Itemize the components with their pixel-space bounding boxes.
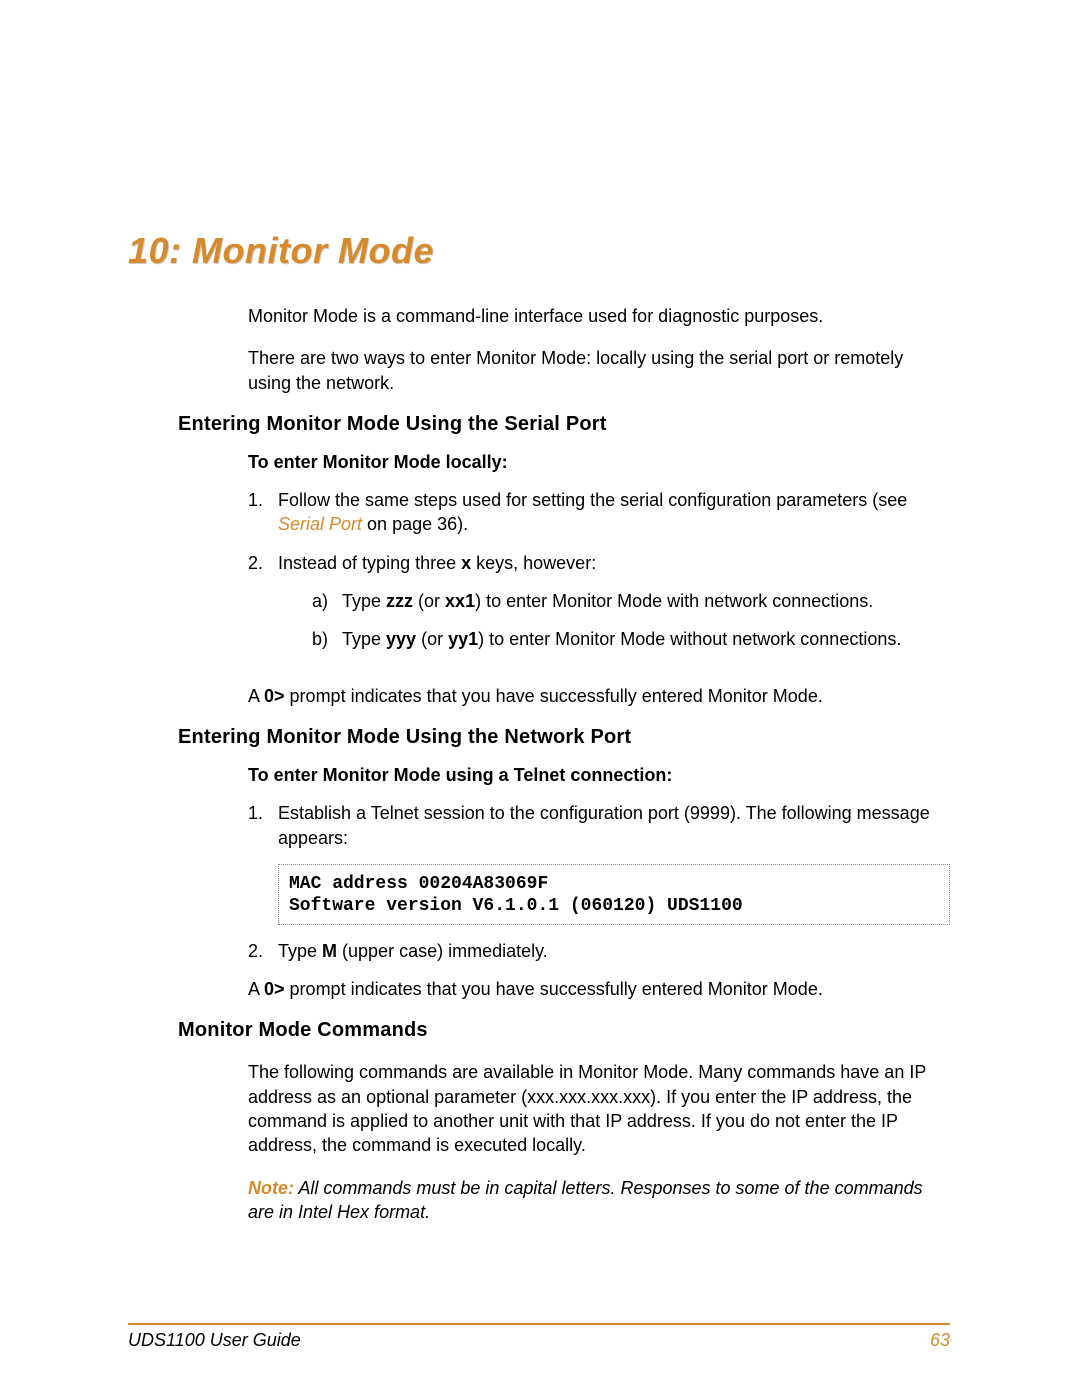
step-number: 2.: [248, 939, 278, 963]
step-number: 1.: [248, 801, 278, 850]
commands-paragraph: The following commands are available in …: [248, 1060, 950, 1157]
alpha-text: Type yyy (or yy1) to enter Monitor Mode …: [342, 627, 950, 651]
prompt-pre: A: [248, 686, 264, 706]
telnet-output-box: MAC address 00204A83069F Software versio…: [278, 864, 950, 925]
intro-paragraph-1: Monitor Mode is a command-line interface…: [248, 304, 950, 328]
note-text: All commands must be in capital letters.…: [248, 1178, 923, 1222]
footer-rule: [128, 1323, 950, 1325]
step2-pre: Instead of typing three: [278, 553, 461, 573]
a-post: ) to enter Monitor Mode with network con…: [475, 591, 873, 611]
page-content: 10: Monitor Mode Monitor Mode is a comma…: [0, 0, 1080, 1224]
intro-paragraph-2: There are two ways to enter Monitor Mode…: [248, 346, 950, 395]
step-text: Follow the same steps used for setting t…: [278, 488, 950, 537]
section-heading-network: Entering Monitor Mode Using the Network …: [178, 726, 950, 749]
footer-page-number: 63: [930, 1330, 950, 1351]
alpha-list: a) Type zzz (or xx1) to enter Monitor Mo…: [312, 589, 950, 652]
step-number: 2.: [248, 551, 278, 666]
serial-subheading: To enter Monitor Mode locally:: [248, 450, 950, 474]
step-text: Type M (upper case) immediately.: [278, 939, 950, 963]
prompt-zero: 0>: [264, 686, 285, 706]
step1-post: on page 36).: [362, 514, 468, 534]
serial-port-link[interactable]: Serial Port: [278, 514, 362, 534]
note-label: Note:: [248, 1178, 294, 1198]
b-pre: Type: [342, 629, 386, 649]
nprompt-zero: 0>: [264, 979, 285, 999]
step2-post: keys, however:: [471, 553, 596, 573]
n2-pre: Type: [278, 941, 322, 961]
commands-note: Note: All commands must be in capital le…: [248, 1176, 950, 1225]
b-post: ) to enter Monitor Mode without network …: [478, 629, 901, 649]
n2-post: (upper case) immediately.: [337, 941, 548, 961]
serial-body: To enter Monitor Mode locally: 1. Follow…: [248, 450, 950, 708]
network-step-2: 2. Type M (upper case) immediately.: [248, 939, 950, 963]
intro-block: Monitor Mode is a command-line interface…: [248, 304, 950, 395]
nprompt-pre: A: [248, 979, 264, 999]
step-number: 1.: [248, 488, 278, 537]
commands-body: The following commands are available in …: [248, 1060, 950, 1224]
alpha-marker: a): [312, 589, 342, 613]
b-yyy: yyy: [386, 629, 416, 649]
step-text: Establish a Telnet session to the config…: [278, 801, 950, 850]
serial-step-1: 1. Follow the same steps used for settin…: [248, 488, 950, 537]
page-footer: UDS1100 User Guide 63: [128, 1330, 950, 1351]
alpha-item-a: a) Type zzz (or xx1) to enter Monitor Mo…: [312, 589, 950, 613]
network-body: To enter Monitor Mode using a Telnet con…: [248, 763, 950, 1001]
network-step-1: 1. Establish a Telnet session to the con…: [248, 801, 950, 850]
a-zzz: zzz: [386, 591, 413, 611]
a-mid: (or: [413, 591, 445, 611]
step1-pre: Follow the same steps used for setting t…: [278, 490, 907, 510]
prompt-post: prompt indicates that you have successfu…: [285, 686, 823, 706]
alpha-marker: b): [312, 627, 342, 651]
section-heading-serial: Entering Monitor Mode Using the Serial P…: [178, 413, 950, 436]
footer-guide-title: UDS1100 User Guide: [128, 1330, 301, 1351]
step-text: Instead of typing three x keys, however:…: [278, 551, 950, 666]
alpha-item-b: b) Type yyy (or yy1) to enter Monitor Mo…: [312, 627, 950, 651]
section-heading-commands: Monitor Mode Commands: [178, 1019, 950, 1042]
a-xx1: xx1: [445, 591, 475, 611]
serial-step-2: 2. Instead of typing three x keys, howev…: [248, 551, 950, 666]
step2-key-x: x: [461, 553, 471, 573]
b-yy1: yy1: [448, 629, 478, 649]
b-mid: (or: [416, 629, 448, 649]
n2-m: M: [322, 941, 337, 961]
chapter-title: 10: Monitor Mode: [128, 230, 950, 272]
network-prompt-note: A 0> prompt indicates that you have succ…: [248, 977, 950, 1001]
serial-prompt-note: A 0> prompt indicates that you have succ…: [248, 684, 950, 708]
network-subheading: To enter Monitor Mode using a Telnet con…: [248, 763, 950, 787]
nprompt-post: prompt indicates that you have successfu…: [285, 979, 823, 999]
alpha-text: Type zzz (or xx1) to enter Monitor Mode …: [342, 589, 950, 613]
a-pre: Type: [342, 591, 386, 611]
